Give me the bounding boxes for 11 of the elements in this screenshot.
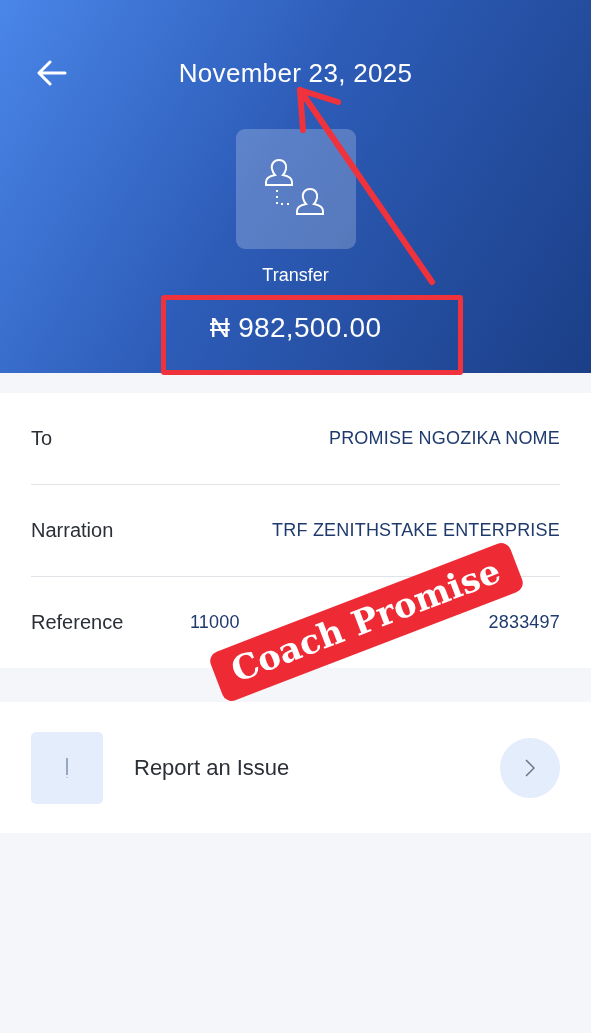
detail-label: To [31,427,53,450]
detail-value: TRF ZENITHSTAKE ENTERPRISE [272,520,560,541]
amount: ₦ 982,500.00 [209,312,382,344]
detail-label: Narration [31,519,114,542]
detail-value: PROMISE NGOZIKA NOME [328,428,560,449]
chevron-right-icon [525,758,535,777]
report-issue-link[interactable]: Report an Issue [134,754,469,781]
transaction-type: Transfer [262,265,329,286]
date-title: November 23, 2025 [178,57,413,89]
back-arrow-icon [37,60,67,86]
detail-label: Reference [31,611,124,634]
